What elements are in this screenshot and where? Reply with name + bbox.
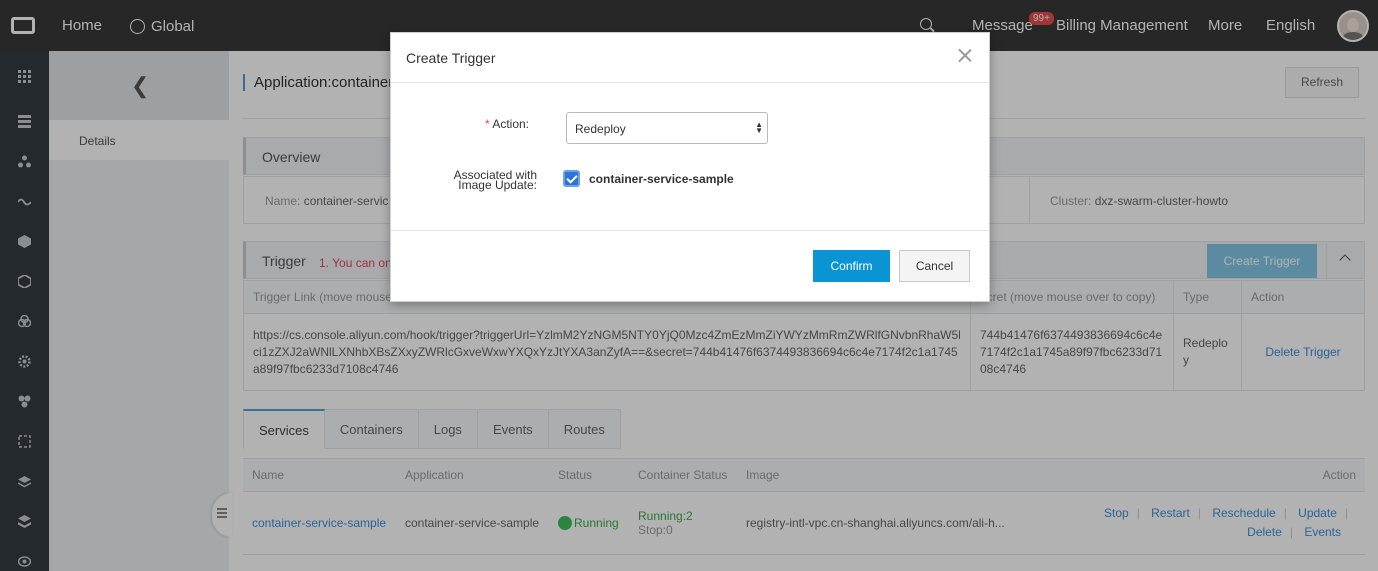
dialog-title: Create Trigger bbox=[406, 50, 496, 66]
confirm-button[interactable]: Confirm bbox=[813, 250, 890, 282]
service-checkbox-label[interactable]: container-service-sample bbox=[589, 172, 734, 186]
create-trigger-dialog: Create Trigger * Action: Redeploy ▲ ▼ Ass… bbox=[390, 32, 990, 302]
action-select[interactable]: Redeploy ▲ ▼ bbox=[566, 112, 768, 144]
image-update-label: Associated with Image Update: bbox=[453, 168, 537, 192]
close-icon[interactable] bbox=[957, 47, 973, 63]
action-label: * Action: bbox=[484, 117, 529, 131]
dialog-header: Create Trigger bbox=[391, 33, 989, 83]
select-arrow-icon: ▲ ▼ bbox=[755, 120, 763, 135]
cancel-button[interactable]: Cancel bbox=[899, 250, 970, 282]
service-checkbox[interactable] bbox=[563, 170, 580, 187]
divider bbox=[391, 230, 989, 231]
